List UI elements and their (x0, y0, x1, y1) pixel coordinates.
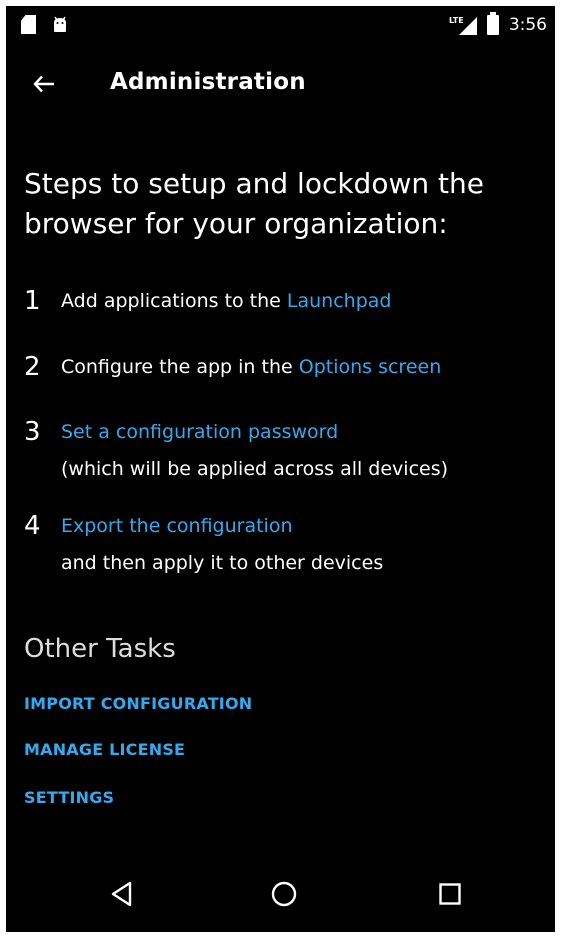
navigation-bar (6, 856, 555, 932)
set-password-link[interactable]: Set a configuration password (61, 421, 338, 443)
step-detail: (which will be applied across all device… (61, 458, 449, 480)
launchpad-link[interactable]: Launchpad (287, 290, 392, 312)
manage-license-link[interactable]: MANAGE LICENSE (24, 740, 185, 759)
clock: 3:56 (508, 15, 547, 35)
step-number: 1 (24, 286, 41, 316)
nav-recents-button[interactable] (430, 874, 470, 914)
step-number: 4 (24, 511, 41, 541)
import-configuration-link[interactable]: IMPORT CONFIGURATION (24, 694, 252, 713)
step-text-line: Configure the app in the Options screen (61, 349, 441, 385)
step-number: 2 (24, 352, 41, 382)
lte-signal-icon: LTE (449, 16, 477, 35)
step-text-line: Add applications to the Launchpad (61, 283, 391, 319)
step-detail: and then apply it to other devices (61, 552, 384, 574)
step-link-line: Export the configuration (61, 508, 293, 544)
page-title: Administration (110, 69, 306, 95)
nav-back-button[interactable] (102, 874, 142, 914)
nav-recents-icon (439, 883, 461, 905)
status-bar: LTE 3:56 (6, 6, 555, 44)
toolbar: Administration (6, 54, 555, 114)
step-text: Configure the app in the (61, 356, 299, 378)
battery-icon (486, 12, 499, 35)
nav-home-icon (271, 881, 297, 907)
step-link-line: Set a configuration password (61, 414, 338, 450)
nav-back-icon (111, 881, 132, 907)
device-screen: LTE 3:56 Administration Steps to setup a… (6, 6, 555, 932)
back-button[interactable] (26, 66, 62, 102)
setup-heading: Steps to setup and lockdown the browser … (24, 167, 484, 240)
nav-home-button[interactable] (264, 874, 304, 914)
export-configuration-link[interactable]: Export the configuration (61, 515, 293, 537)
step-number: 3 (24, 417, 41, 447)
android-icon (54, 16, 66, 32)
arrow-left-icon (33, 75, 54, 93)
settings-link[interactable]: SETTINGS (24, 788, 114, 807)
step-text: Add applications to the (61, 290, 287, 312)
other-tasks-heading: Other Tasks (24, 634, 176, 664)
network-type-label: LTE (449, 16, 464, 25)
options-screen-link[interactable]: Options screen (299, 356, 442, 378)
sd-card-icon (21, 15, 36, 34)
